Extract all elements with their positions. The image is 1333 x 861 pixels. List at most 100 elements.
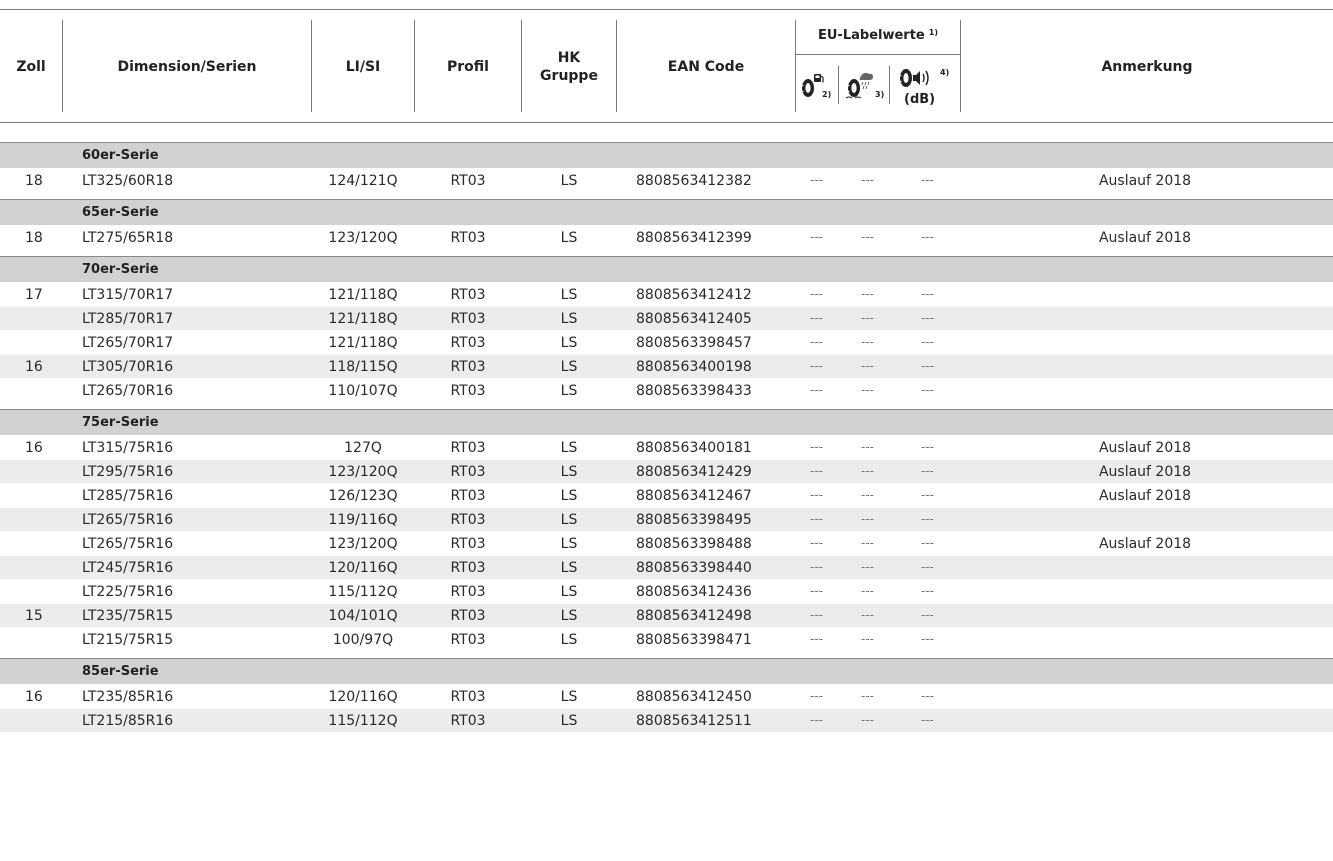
table-row: LT225/75R16 115/112Q RT03 LS 8808563412436 --…	[0, 579, 1333, 603]
ean-cell: 8808563412450	[636, 689, 752, 705]
eu-wetgrip-value: ---	[861, 464, 874, 478]
header-hk-line2: Gruppe	[540, 67, 598, 84]
li-si-cell: 123/120Q	[328, 464, 398, 480]
eu-fuel-value: ---	[810, 488, 823, 502]
zoll-cell: 17	[25, 287, 43, 303]
header-ean: EAN Code	[667, 58, 745, 75]
profil-cell: RT03	[450, 230, 486, 246]
table-row: LT215/75R15 100/97Q RT03 LS 8808563398471 ---…	[0, 627, 1333, 651]
li-si-cell: 115/112Q	[328, 713, 398, 729]
eu-wetgrip-value: ---	[861, 173, 874, 187]
header-hk-line1: HK	[557, 49, 581, 66]
table-header: Zoll Dimension/Serien LI/SI Profil HK Gr…	[0, 9, 1333, 123]
hk-gruppe-cell: LS	[560, 632, 578, 648]
series-title: 70er-Serie	[82, 262, 159, 277]
ean-cell: 8808563398433	[636, 383, 752, 399]
eu-noise-value: ---	[921, 287, 934, 301]
eu-wetgrip-value: ---	[861, 632, 874, 646]
table-row: LT285/75R16 126/123Q RT03 LS 8808563412467 --…	[0, 483, 1333, 507]
hk-gruppe-cell: LS	[560, 440, 578, 456]
table-row: LT265/70R17 121/118Q RT03 LS 8808563398457 --…	[0, 330, 1333, 354]
li-si-cell: 123/120Q	[328, 536, 398, 552]
ean-cell: 8808563412399	[636, 230, 752, 246]
profil-cell: RT03	[450, 287, 486, 303]
table-row: 17 LT315/70R17 121/118Q RT03 LS 8808563412412…	[0, 282, 1333, 306]
eu-fuel-value: ---	[810, 287, 823, 301]
anmerkung-cell: Auslauf 2018	[1098, 440, 1192, 456]
eu-fuel-value: ---	[810, 584, 823, 598]
tire-catalog-page: Zoll Dimension/Serien LI/SI Profil HK Gr…	[0, 0, 1333, 861]
dimension-cell: LT285/75R16	[82, 488, 174, 504]
li-si-cell: 100/97Q	[332, 632, 394, 648]
table-row: LT265/75R16 123/120Q RT03 LS 8808563398488 --…	[0, 531, 1333, 555]
eu-wetgrip-cell: 3)	[839, 60, 889, 112]
header-eu-labelwerte: EU-Labelwerte 1)	[796, 20, 960, 50]
li-si-cell: 115/112Q	[328, 584, 398, 600]
zoll-cell: 18	[25, 230, 43, 246]
eu-noise-value: ---	[921, 335, 934, 349]
table-row: LT265/75R16 119/116Q RT03 LS 8808563398495 --…	[0, 507, 1333, 531]
series-title: 85er-Serie	[82, 664, 159, 679]
profil-cell: RT03	[450, 440, 486, 456]
hk-gruppe-cell: LS	[560, 287, 578, 303]
eu-fuel-value: ---	[810, 173, 823, 187]
hk-gruppe-cell: LS	[560, 536, 578, 552]
li-si-cell: 121/118Q	[328, 311, 398, 327]
zoll-cell: 15	[25, 608, 43, 624]
li-si-cell: 121/118Q	[328, 335, 398, 351]
eu-fuel-value: ---	[810, 536, 823, 550]
ean-cell: 8808563400181	[636, 440, 752, 456]
eu-wetgrip-value: ---	[861, 230, 874, 244]
eu-fuel-value: ---	[810, 689, 823, 703]
hk-gruppe-cell: LS	[560, 173, 578, 189]
eu-wetgrip-value: ---	[861, 311, 874, 325]
eu-fuel-value: ---	[810, 359, 823, 373]
eu-noise-value: ---	[921, 713, 934, 727]
wet-grip-tire-icon	[845, 72, 873, 99]
hk-gruppe-cell: LS	[560, 713, 578, 729]
eu-fuel-cell: 2)	[796, 60, 838, 112]
profil-cell: RT03	[450, 512, 486, 528]
hk-gruppe-cell: LS	[560, 359, 578, 375]
zoll-cell: 18	[25, 173, 43, 189]
ean-cell: 8808563412429	[636, 464, 752, 480]
dimension-cell: LT295/75R16	[82, 464, 174, 480]
eu-wetgrip-value: ---	[861, 335, 874, 349]
eu-wetgrip-footnote: 3)	[875, 90, 885, 99]
table-row: 18 LT325/60R18 124/121Q RT03 LS 8808563412382…	[0, 168, 1333, 192]
dimension-cell: LT265/70R17	[82, 335, 174, 351]
dimension-cell: LT225/75R16	[82, 584, 174, 600]
hk-gruppe-cell: LS	[560, 584, 578, 600]
li-si-cell: 121/118Q	[328, 287, 398, 303]
series-header: 60er-Serie	[0, 142, 1333, 168]
eu-noise-value: ---	[921, 632, 934, 646]
eu-noise-value: ---	[921, 584, 934, 598]
dimension-cell: LT245/75R16	[82, 560, 174, 576]
hk-gruppe-cell: LS	[560, 335, 578, 351]
li-si-cell: 124/121Q	[328, 173, 398, 189]
table-row: LT285/70R17 121/118Q RT03 LS 8808563412405 --…	[0, 306, 1333, 330]
group-gap	[0, 651, 1333, 658]
hk-gruppe-cell: LS	[560, 689, 578, 705]
eu-noise-footnote: 4)	[940, 68, 950, 77]
group-gap	[0, 249, 1333, 256]
li-si-cell: 110/107Q	[328, 383, 398, 399]
li-si-cell: 120/116Q	[328, 560, 398, 576]
eu-wetgrip-value: ---	[861, 512, 874, 526]
hk-gruppe-cell: LS	[560, 230, 578, 246]
eu-fuel-value: ---	[810, 632, 823, 646]
series-title: 75er-Serie	[82, 415, 159, 430]
hk-gruppe-cell: LS	[560, 608, 578, 624]
header-li-si: LI/SI	[345, 58, 381, 75]
eu-fuel-footnote: 2)	[822, 90, 832, 99]
eu-title-text: EU-Labelwerte	[818, 27, 925, 43]
eu-noise-value: ---	[921, 440, 934, 454]
eu-noise-value: ---	[921, 608, 934, 622]
li-si-cell: 126/123Q	[328, 488, 398, 504]
eu-wetgrip-value: ---	[861, 584, 874, 598]
series-title: 60er-Serie	[82, 148, 159, 163]
table-row: LT245/75R16 120/116Q RT03 LS 8808563398440 --…	[0, 555, 1333, 579]
eu-fuel-value: ---	[810, 311, 823, 325]
profil-cell: RT03	[450, 173, 486, 189]
eu-wetgrip-value: ---	[861, 608, 874, 622]
